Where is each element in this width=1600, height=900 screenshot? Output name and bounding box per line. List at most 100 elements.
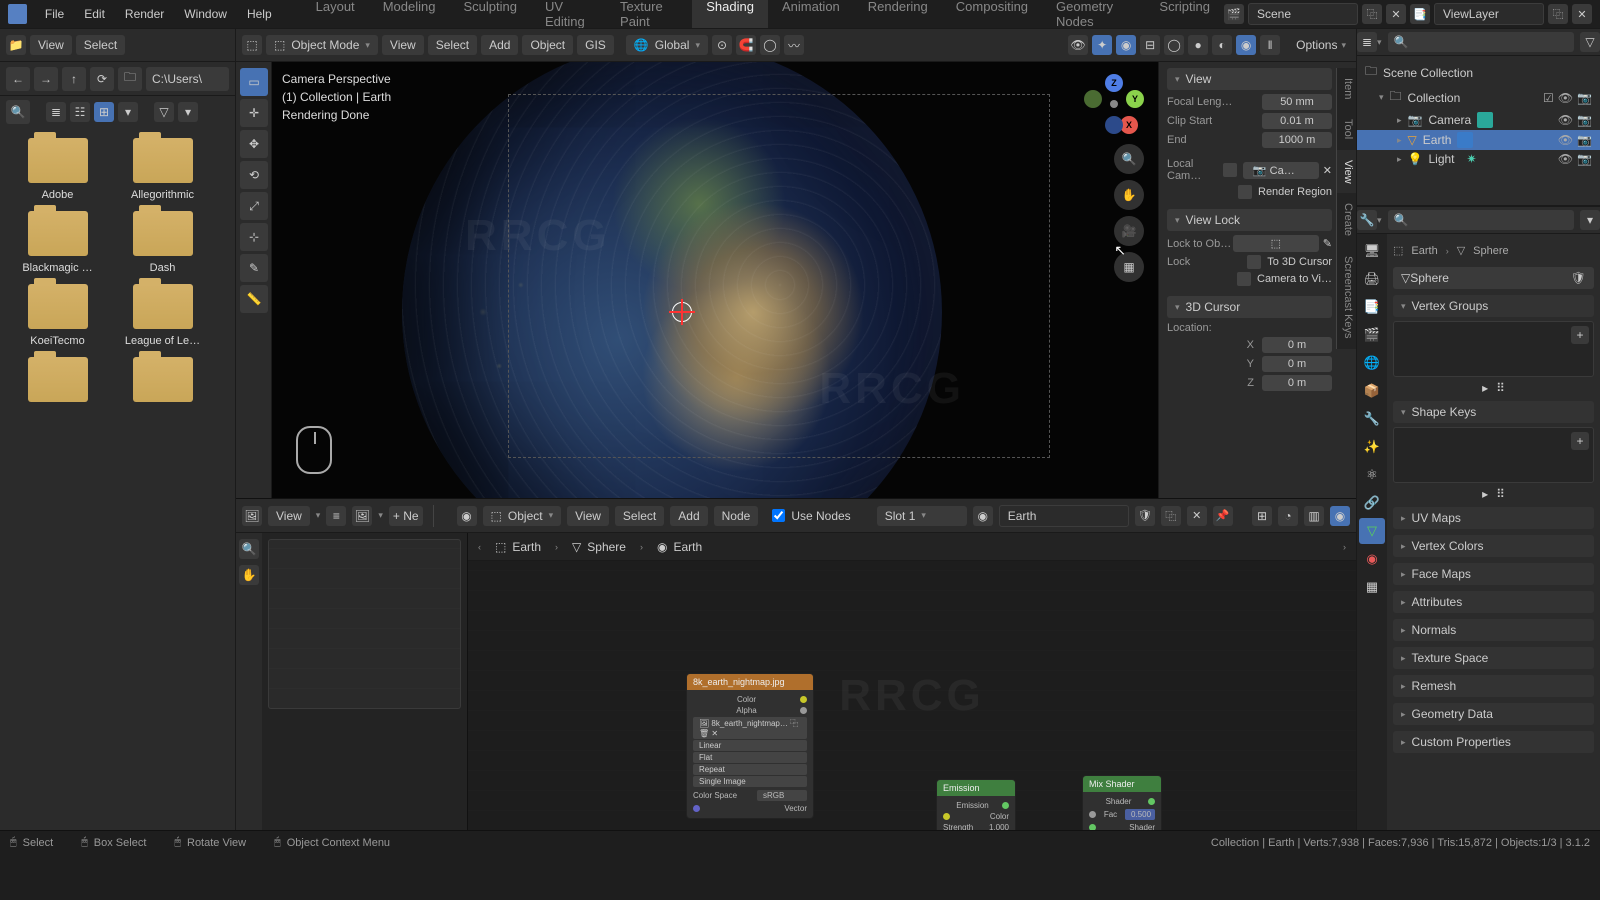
np-view-header[interactable]: ▾View [1167,68,1332,90]
slot-dropdown[interactable]: Slot 1▾ [877,506,967,526]
vp-add-menu[interactable]: Add [481,35,518,55]
tool-scale[interactable]: ⤢ [240,192,268,220]
ptab-material[interactable]: ◉ [1359,546,1385,572]
shading-wire-icon[interactable]: ◯ [1164,35,1184,55]
search-icon[interactable]: 🔍 [6,100,30,124]
viewlayer-name-field[interactable]: ViewLayer [1434,3,1544,25]
editor-type-icon[interactable]: 📁 [6,35,26,55]
tool-transform[interactable]: ⊹ [240,223,268,251]
tool-annotate[interactable]: ✎ [240,254,268,282]
cursor-y[interactable]: 0 m [1262,356,1332,372]
tool-move[interactable]: ✥ [240,130,268,158]
zoom-icon[interactable]: 🔍 [1114,144,1144,174]
folder-item[interactable]: Allegorithmic [115,138,210,201]
shading-solid-icon[interactable]: ● [1188,35,1208,55]
scene-new-icon[interactable]: ⿻ [1362,4,1382,24]
sk-list[interactable]: + [1393,427,1594,483]
node-image-texture-night[interactable]: 8k_earth_nightmap.jpg Color Alpha 🖼 8k_e… [686,673,814,819]
ntab-view[interactable]: View [1336,150,1356,194]
display-thumb-icon[interactable]: ⊞ [94,102,114,122]
mode-dropdown[interactable]: ⬚Object Mode▾ [266,35,378,55]
vp-pause-icon[interactable]: ‖ [1260,35,1280,55]
vp-gis-menu[interactable]: GIS [577,35,614,55]
sk-handle-icon[interactable]: ⠿ [1496,487,1505,501]
ptab-particles[interactable]: ✨ [1359,434,1385,460]
cam-to-view-check[interactable] [1237,272,1251,286]
ptab-modifier[interactable]: 🔧 [1359,406,1385,432]
props-search[interactable]: 🔍 [1388,210,1574,230]
img-zoom-icon[interactable]: 🔍 [239,539,259,559]
clip-start-value[interactable]: 0.01 m [1262,113,1332,129]
use-nodes-check[interactable]: Use Nodes [772,509,850,523]
sec-uv[interactable]: ▸UV Maps [1393,507,1594,529]
node-emission[interactable]: Emission Emission Color Strength1.000 [936,779,1016,830]
ne-overlay1-icon[interactable]: ◔ [1278,506,1298,526]
ne-backdrop-icon[interactable]: ◉ [1330,506,1350,526]
nav-up-icon[interactable]: ↑ [62,67,86,91]
mat-new-icon[interactable]: ⿻ [1161,506,1181,526]
clear-local-cam-icon[interactable]: ✕ [1323,164,1332,177]
sec-vc[interactable]: ▸Vertex Colors [1393,535,1594,557]
ol-earth[interactable]: ▸▽Earth👁📷 [1357,130,1600,150]
ptab-data[interactable]: ▽ [1359,518,1385,544]
eyedropper-icon[interactable]: ✎ [1323,237,1332,250]
folder-item[interactable]: Blackmagic … [10,211,105,274]
ntab-screencast[interactable]: Screencast Keys [1336,246,1356,349]
tool-rotate[interactable]: ⟲ [240,161,268,189]
ol-scene-collection[interactable]: 🗀Scene Collection [1357,60,1600,85]
bread-material[interactable]: ◉Earth [657,540,702,554]
gizmo-icon[interactable]: ✦ [1092,35,1112,55]
mat-pin-icon[interactable]: 📌 [1213,506,1233,526]
options-dropdown[interactable]: Options▾ [1286,35,1356,55]
render-region-check[interactable] [1238,185,1252,199]
ne-object-dropdown[interactable]: ⬚Object▾ [483,506,562,526]
nav-forward-icon[interactable]: → [34,67,58,91]
material-name-field[interactable]: Earth [999,505,1129,527]
pivot-icon[interactable]: ⊙ [712,35,732,55]
ne-snap-icon[interactable]: ⊞ [1252,506,1272,526]
viewlayer-browse-icon[interactable]: 📑 [1410,4,1430,24]
ne-select[interactable]: Select [615,506,664,526]
ne-image-view[interactable]: View [268,506,310,526]
fb-select-menu[interactable]: Select [76,35,125,55]
menu-render[interactable]: Render [115,3,174,25]
node-mix-shader[interactable]: Mix Shader Shader Fac0.500 Shader Shader [1082,775,1162,830]
sk-prev-icon[interactable]: ▸ [1482,487,1488,501]
visibility-icon[interactable]: 👁 [1068,35,1088,55]
folder-item[interactable]: KoeiTecmo [10,284,105,347]
ptab-output[interactable]: 🖨 [1359,266,1385,292]
local-cam-check[interactable] [1223,163,1237,177]
outliner-search[interactable]: 🔍 [1388,32,1574,52]
ntab-tool[interactable]: Tool [1336,109,1356,149]
nav-newdir-icon[interactable]: 🗀 [118,67,142,91]
ptab-object[interactable]: 📦 [1359,378,1385,404]
sec-geom[interactable]: ▸Geometry Data [1393,703,1594,725]
sec-attr[interactable]: ▸Attributes [1393,591,1594,613]
menu-file[interactable]: File [35,3,74,25]
sec-norm[interactable]: ▸Normals [1393,619,1594,641]
local-cam-field[interactable]: 📷 Ca… [1243,162,1319,179]
ntab-item[interactable]: Item [1336,68,1356,109]
viewport-editor-icon[interactable]: ⬚ [242,35,262,55]
folder-item[interactable] [10,357,105,408]
menu-help[interactable]: Help [237,3,282,25]
folder-item[interactable] [115,357,210,408]
mat-fake-user-icon[interactable]: 🛡 [1135,506,1155,526]
ne-type-image-icon[interactable]: 🖼 [242,506,262,526]
tool-cursor[interactable]: ✛ [240,99,268,127]
bread-mesh[interactable]: ▽Sphere [572,540,626,554]
menu-window[interactable]: Window [174,3,237,25]
proportional-icon[interactable]: ◯ [760,35,780,55]
viewlayer-delete-icon[interactable]: ✕ [1572,4,1592,24]
nav-gizmo[interactable]: ZYX [1084,74,1144,134]
lock-cursor-check[interactable] [1247,255,1261,269]
vg-handle-icon[interactable]: ⠿ [1496,381,1505,395]
mesh-name-field[interactable]: ▽ Sphere🛡 [1393,267,1594,289]
vp-select-menu[interactable]: Select [428,35,477,55]
fb-view-menu[interactable]: View [30,35,72,55]
sec-tex[interactable]: ▸Texture Space [1393,647,1594,669]
display-detail-icon[interactable]: ☷ [70,102,90,122]
shading-rendered-icon[interactable]: ◉ [1236,35,1256,55]
ptab-physics[interactable]: ⚛ [1359,462,1385,488]
ol-camera[interactable]: ▸📷Camera👁📷 [1357,110,1600,130]
